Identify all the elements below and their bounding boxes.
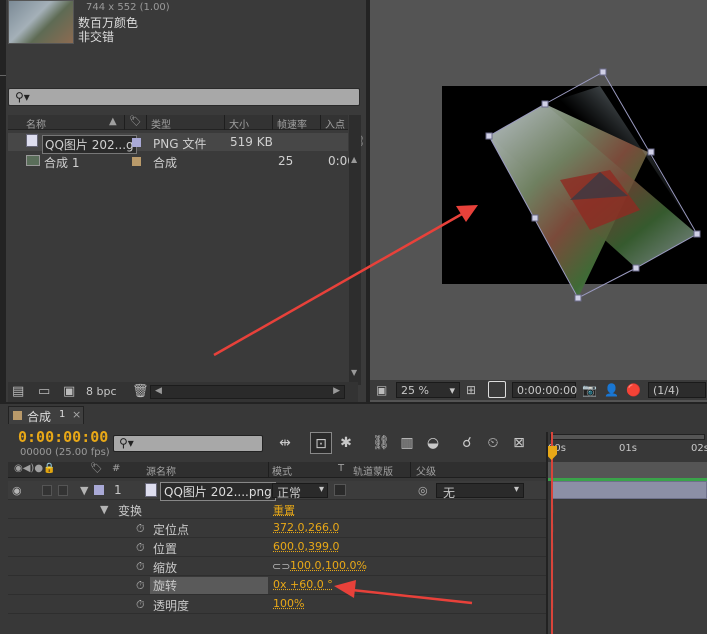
viewer-toolbar: ▣ 25 % ▾ ⊞ 0:00:00:00 📷 👤 🔴 (1/4) bbox=[370, 380, 707, 400]
graph-editor-icon[interactable]: ◒ bbox=[422, 432, 444, 454]
timeline-timecode[interactable]: 0:00:00:00 bbox=[18, 428, 108, 446]
property-row-opacity: ⏱ 透明度 100% bbox=[8, 595, 546, 614]
viewer-timecode[interactable]: 0:00:00:00 bbox=[512, 382, 577, 398]
shy-layers-icon[interactable]: ✱ bbox=[335, 432, 357, 454]
constrain-proportions-icon[interactable]: ⊂⊃ bbox=[272, 560, 290, 573]
stopwatch-icon[interactable]: ⏱ bbox=[136, 560, 145, 574]
work-area-bar[interactable] bbox=[548, 462, 707, 478]
lock-toggle[interactable] bbox=[58, 485, 68, 496]
time-ruler[interactable]: 00s 01s 02s bbox=[548, 432, 707, 462]
stopwatch-icon[interactable]: ⏱ bbox=[136, 541, 145, 555]
stopwatch-icon[interactable]: ⏱ bbox=[136, 598, 145, 612]
chevron-down-icon: ▾ bbox=[513, 484, 519, 495]
transform-label: 变换 bbox=[118, 504, 143, 518]
property-row-position: ⏱ 位置 600.0,399.0 bbox=[8, 538, 546, 557]
reset-link[interactable]: 重置 bbox=[273, 502, 295, 518]
current-time-indicator[interactable] bbox=[551, 432, 553, 634]
timeline-tracks bbox=[548, 500, 707, 634]
stopwatch-icon[interactable]: ⏱ bbox=[136, 522, 145, 536]
draft-3d-icon[interactable]: ⊡ bbox=[310, 432, 332, 454]
property-value[interactable]: 100.0,100.0% bbox=[290, 559, 367, 572]
pick-whip-icon[interactable]: ◎ bbox=[418, 484, 428, 497]
expand-chevron-icon[interactable]: ▼ bbox=[100, 503, 108, 516]
parent-value: 无 bbox=[443, 486, 456, 500]
always-preview-icon[interactable]: ▣ bbox=[376, 383, 387, 397]
chevron-down-icon: ▾ bbox=[449, 384, 455, 397]
panel-divider bbox=[546, 432, 548, 634]
layer-duration-bar[interactable] bbox=[552, 481, 707, 499]
resolution-dropdown[interactable]: (1/4) bbox=[648, 382, 706, 398]
tab-label: 合成 bbox=[27, 410, 52, 424]
property-value[interactable]: 372.0,266.0 bbox=[273, 521, 339, 534]
property-name: 定位点 bbox=[153, 523, 190, 537]
close-icon[interactable]: × bbox=[72, 408, 81, 421]
comp-label-swatch bbox=[13, 411, 22, 420]
show-snapshot-icon[interactable]: 👤 bbox=[604, 383, 619, 397]
timeline-column-headers: ◉◀)●🔒 🏷 # 源名称 模式 T 轨道蒙版 父级 bbox=[8, 462, 546, 478]
time-navigator[interactable] bbox=[550, 434, 705, 440]
blend-mode-dropdown[interactable]: 正常 ▾ bbox=[272, 483, 328, 500]
frame-rate-info: 00000 (25.00 fps) bbox=[20, 447, 110, 458]
zoom-value: 25 % bbox=[401, 384, 429, 397]
property-name: 旋转 bbox=[150, 577, 268, 594]
timeline-search-input[interactable]: ⚲▾ bbox=[113, 435, 263, 452]
chevron-down-icon: ▾ bbox=[318, 484, 324, 495]
property-row-scale: ⏱ 缩放 ⊂⊃ 100.0,100.0% bbox=[8, 557, 546, 576]
property-row-rotation: ⏱ 旋转 0x +60.0 ° bbox=[8, 576, 546, 595]
layer-label-swatch[interactable] bbox=[94, 485, 104, 495]
col-mode[interactable]: 模式 bbox=[272, 463, 292, 478]
label-tag-icon[interactable]: 🏷 bbox=[90, 463, 103, 474]
snapshot-camera-icon[interactable]: 📷 bbox=[582, 383, 597, 397]
stopwatch-icon[interactable]: ⏱ bbox=[136, 579, 145, 593]
col-t: T bbox=[338, 463, 345, 474]
property-name: 透明度 bbox=[153, 599, 190, 613]
property-value[interactable]: 0x +60.0 ° bbox=[273, 578, 333, 591]
col-track-matte[interactable]: 轨道蒙版 bbox=[353, 463, 393, 478]
parent-dropdown[interactable]: 无 ▾ bbox=[436, 483, 524, 500]
property-value[interactable]: 100% bbox=[273, 597, 304, 610]
composition-mini-flowchart-icon[interactable]: ⇹ bbox=[274, 432, 296, 454]
region-of-interest-icon[interactable] bbox=[488, 381, 506, 398]
property-value[interactable]: 600.0,399.0 bbox=[273, 540, 339, 553]
layer-name[interactable]: QQ图片 202....png bbox=[160, 482, 276, 501]
safe-margins-icon[interactable]: ⊞ bbox=[466, 383, 476, 397]
ruler-label: 02s bbox=[691, 443, 707, 454]
frame-blending-icon[interactable]: ⛓ bbox=[370, 432, 392, 454]
transform-group-row[interactable]: ▼ 变换 重置 bbox=[8, 500, 546, 519]
av-switches-icon[interactable]: ◉◀)●🔒 bbox=[14, 463, 56, 474]
stopwatch-icon[interactable]: ⏲ bbox=[482, 432, 504, 454]
col-parent[interactable]: 父级 bbox=[416, 463, 436, 478]
tab-composition[interactable]: 合成 1 × bbox=[8, 406, 84, 424]
solo-toggle[interactable] bbox=[42, 485, 52, 496]
layer-index: 1 bbox=[114, 483, 122, 497]
search-icon: ⚲▾ bbox=[119, 436, 134, 450]
property-name: 缩放 bbox=[153, 561, 178, 575]
property-name: 位置 bbox=[153, 542, 178, 556]
image-file-icon bbox=[145, 483, 157, 497]
property-row-anchor: ⏱ 定位点 372.0,266.0 bbox=[8, 519, 546, 538]
expand-chevron-icon[interactable]: ▼ bbox=[80, 484, 88, 497]
blend-mode-value: 正常 bbox=[277, 486, 302, 500]
tab-number: 1 bbox=[59, 409, 66, 420]
col-layer-number: # bbox=[112, 463, 121, 474]
visibility-eye-icon[interactable]: ◉ bbox=[12, 484, 22, 497]
motion-blur-icon[interactable]: ▥ bbox=[396, 432, 418, 454]
col-source-name[interactable]: 源名称 bbox=[146, 463, 176, 478]
comment-icon[interactable]: ⊠ bbox=[508, 432, 530, 454]
color-channels-icon[interactable]: 🔴 bbox=[626, 383, 641, 397]
ruler-label: 01s bbox=[619, 443, 637, 454]
preserve-transparency-toggle[interactable] bbox=[334, 484, 346, 496]
layer-row[interactable]: ◉ ▼ 1 QQ图片 202....png 正常 ▾ ◎ 无 ▾ bbox=[8, 481, 546, 501]
brainstorm-icon[interactable]: ☌ bbox=[456, 432, 478, 454]
zoom-dropdown[interactable]: 25 % ▾ bbox=[396, 382, 460, 398]
